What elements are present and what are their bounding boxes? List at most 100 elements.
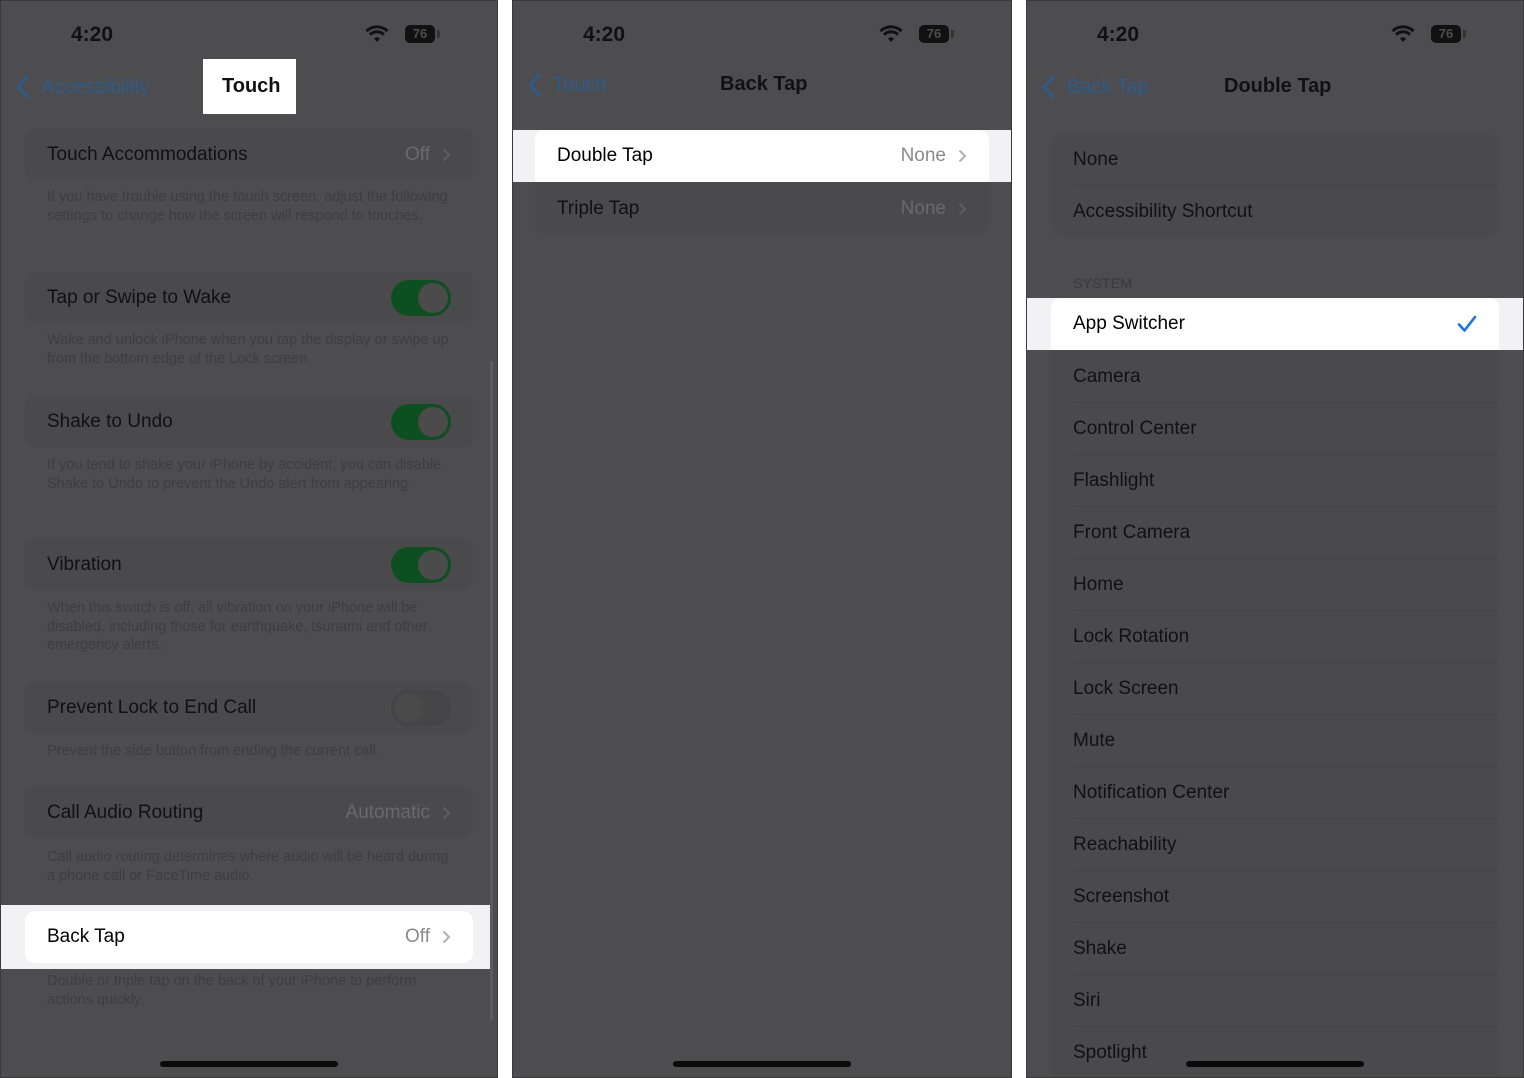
status-time: 4:20 xyxy=(71,23,114,46)
triple-tap-row[interactable]: Triple Tap None xyxy=(535,183,989,234)
option-spotlight[interactable]: Spotlight xyxy=(1051,1027,1499,1077)
option-lock-rotation[interactable]: Lock Rotation xyxy=(1051,611,1499,662)
home-indicator[interactable] xyxy=(1186,1061,1364,1067)
chevron-right-icon xyxy=(442,806,451,819)
double-tap-row[interactable]: Double Tap None xyxy=(535,130,989,181)
option-mute[interactable]: Mute xyxy=(1051,715,1499,766)
option-label: Lock Screen xyxy=(1073,677,1179,699)
toggle-knob xyxy=(418,549,448,580)
tap-to-wake-group: Tap or Swipe to Wake xyxy=(25,272,473,323)
status-bar: 4:20 76 xyxy=(513,21,1011,51)
option-label: Reachability xyxy=(1073,833,1177,855)
shake-to-undo-row: Shake to Undo xyxy=(25,396,473,447)
back-button[interactable]: Touch xyxy=(527,73,606,97)
option-label: Control Center xyxy=(1073,417,1197,439)
row-label: Vibration xyxy=(47,553,122,575)
touch-accommodations-footer: If you have trouble using the touch scre… xyxy=(47,189,448,224)
option-notification-center[interactable]: Notification Center xyxy=(1051,767,1499,818)
app-switcher-group: App Switcher xyxy=(1051,298,1499,350)
option-label: None xyxy=(1073,148,1119,170)
screenshot-stage: 4:20 76 Accessibility Touch Touch Accomm… xyxy=(0,0,1524,1078)
page-title: Double Tap xyxy=(1224,75,1332,97)
option-shake[interactable]: Shake xyxy=(1051,923,1499,974)
option-lock-screen[interactable]: Lock Screen xyxy=(1051,663,1499,714)
back-label: Touch xyxy=(553,73,607,96)
back-tap-screen: 4:20 76 Touch Back Tap Double Tap None T… xyxy=(512,0,1012,1078)
option-none[interactable]: None xyxy=(1051,134,1499,185)
back-tap-row[interactable]: Back Tap Off xyxy=(25,911,473,962)
tap-to-wake-footer: Wake and unlock iPhone when you tap the … xyxy=(47,332,449,367)
row-label: Tap or Swipe to Wake xyxy=(47,286,232,308)
prevent-lock-footer: Prevent the side button from ending the … xyxy=(47,743,380,759)
row-value: None xyxy=(900,144,946,166)
option-label: Accessibility Shortcut xyxy=(1073,200,1253,222)
row-label: Call Audio Routing xyxy=(47,801,204,823)
vibration-row: Vibration xyxy=(25,539,473,590)
option-label: Home xyxy=(1073,573,1124,595)
option-label: Spotlight xyxy=(1073,1041,1147,1063)
back-button[interactable]: Accessibility xyxy=(15,75,150,99)
option-flashlight[interactable]: Flashlight xyxy=(1051,455,1499,506)
chevron-right-icon xyxy=(442,930,451,943)
back-label: Accessibility xyxy=(41,75,150,98)
page-title: Back Tap xyxy=(720,73,808,95)
wifi-icon xyxy=(879,25,903,42)
option-app-switcher[interactable]: App Switcher xyxy=(1051,298,1499,349)
option-label: Siri xyxy=(1073,989,1101,1011)
status-bar: 4:20 76 xyxy=(1027,21,1523,51)
call-audio-routing-footer: Call audio routing determines where audi… xyxy=(47,849,449,884)
option-label: Notification Center xyxy=(1073,781,1230,803)
option-front-camera[interactable]: Front Camera xyxy=(1051,507,1499,558)
touch-settings-screen: 4:20 76 Accessibility Touch Touch Accomm… xyxy=(0,0,498,1078)
call-audio-routing-row[interactable]: Call Audio Routing Automatic xyxy=(25,787,473,838)
prevent-lock-group: Prevent Lock to End Call xyxy=(25,682,473,733)
row-value: Automatic xyxy=(345,801,430,823)
chevron-left-icon xyxy=(528,73,541,97)
touch-accommodations-row[interactable]: Touch Accommodations Off xyxy=(25,129,473,180)
option-screenshot[interactable]: Screenshot xyxy=(1051,871,1499,922)
row-label: Prevent Lock to End Call xyxy=(47,696,257,718)
app-switcher-highlight: App Switcher xyxy=(1027,298,1523,350)
option-accessibility-shortcut[interactable]: Accessibility Shortcut xyxy=(1051,186,1499,237)
triple-tap-group: Triple Tap None xyxy=(535,183,989,234)
option-control-center[interactable]: Control Center xyxy=(1051,403,1499,454)
scrollbar[interactable] xyxy=(490,361,493,1021)
back-tap-footer: Double or triple tap on the back of your… xyxy=(47,973,417,1008)
option-camera[interactable]: Camera xyxy=(1051,351,1499,402)
option-reachability[interactable]: Reachability xyxy=(1051,819,1499,870)
toggle-knob xyxy=(418,282,448,313)
back-button[interactable]: Back Tap xyxy=(1041,75,1149,99)
option-siri[interactable]: Siri xyxy=(1051,975,1499,1026)
back-label: Back Tap xyxy=(1067,75,1149,98)
chevron-right-icon xyxy=(958,202,967,215)
checkmark-icon xyxy=(1457,315,1477,332)
tap-to-wake-row: Tap or Swipe to Wake xyxy=(25,272,473,323)
row-label: Touch Accommodations xyxy=(47,143,248,165)
shake-to-undo-toggle[interactable] xyxy=(391,403,451,440)
vibration-footer: When this switch is off, all vibration o… xyxy=(47,600,428,653)
prevent-lock-toggle[interactable] xyxy=(391,689,451,726)
home-indicator[interactable] xyxy=(160,1061,338,1067)
battery-icon: 76 xyxy=(1431,25,1466,43)
home-indicator[interactable] xyxy=(673,1061,851,1067)
chevron-left-icon xyxy=(16,75,29,99)
row-label: Shake to Undo xyxy=(47,410,173,432)
vibration-toggle[interactable] xyxy=(391,546,451,583)
option-label: Front Camera xyxy=(1073,521,1191,543)
option-home[interactable]: Home xyxy=(1051,559,1499,610)
battery-icon: 76 xyxy=(919,25,954,43)
touch-accommodations-group: Touch Accommodations Off xyxy=(25,129,473,180)
page-title: Touch xyxy=(222,75,281,97)
option-label: Flashlight xyxy=(1073,469,1155,491)
option-label: Lock Rotation xyxy=(1073,625,1190,647)
row-label: Triple Tap xyxy=(557,197,640,219)
back-tap-group: Back Tap Off xyxy=(25,911,473,963)
vibration-group: Vibration xyxy=(25,539,473,590)
chevron-left-icon xyxy=(1042,75,1055,99)
battery-icon: 76 xyxy=(405,25,440,43)
prevent-lock-row: Prevent Lock to End Call xyxy=(25,682,473,733)
tap-to-wake-toggle[interactable] xyxy=(391,279,451,316)
row-label: Double Tap xyxy=(557,144,653,166)
option-label: Screenshot xyxy=(1073,885,1170,907)
status-bar: 4:20 76 xyxy=(1,21,497,51)
